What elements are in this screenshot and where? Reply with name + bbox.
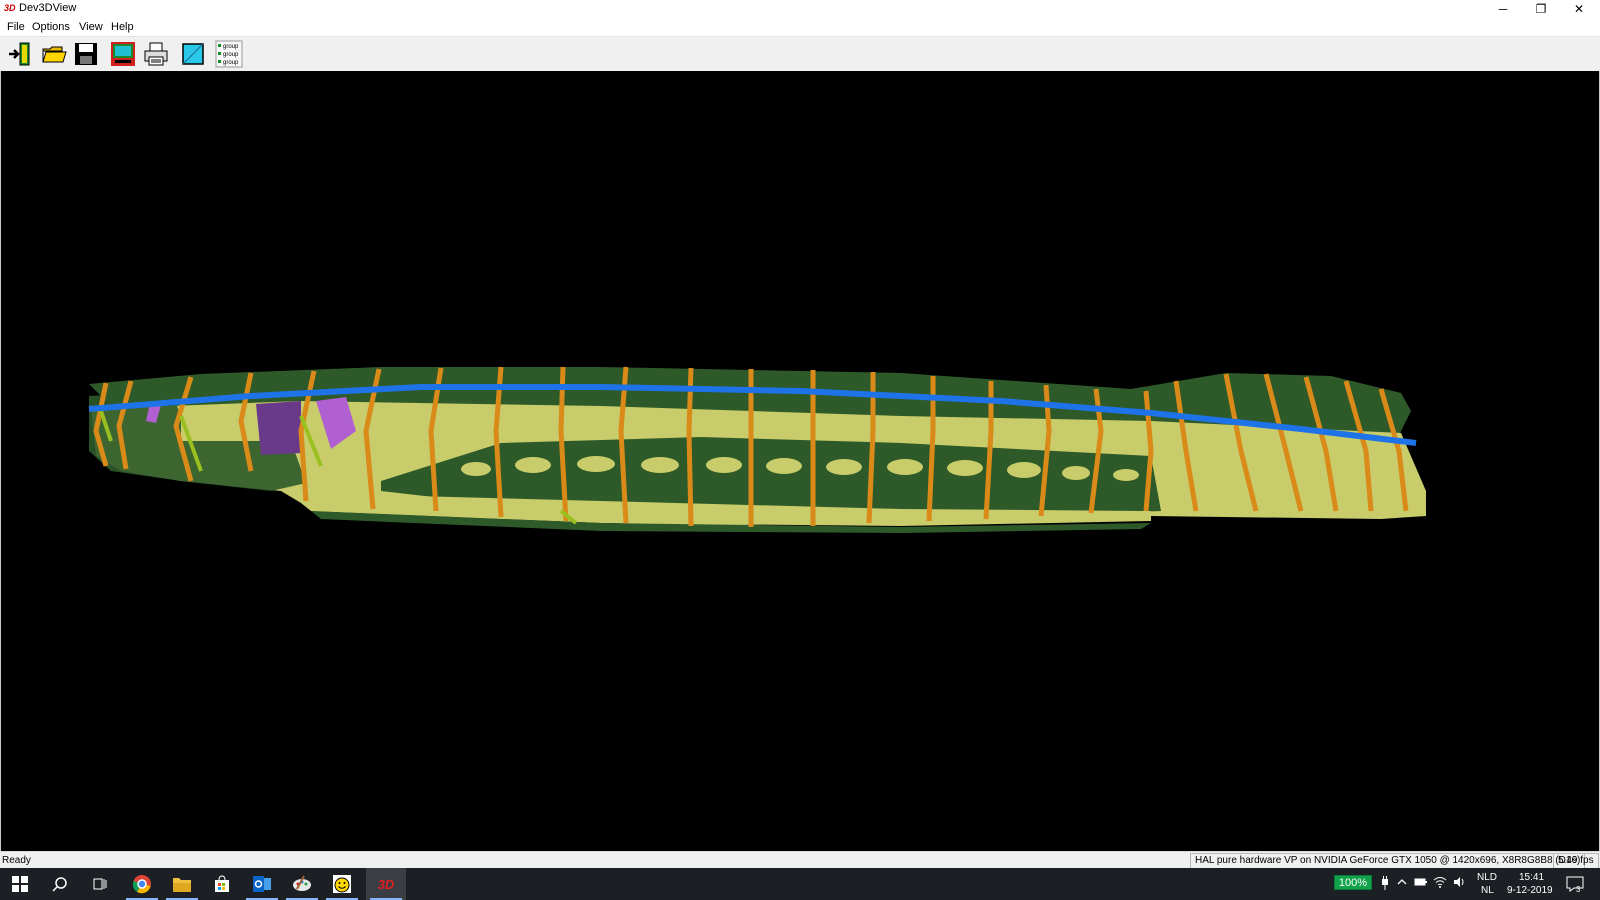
outlook-taskbar-button[interactable]	[242, 868, 282, 900]
paint-icon	[293, 875, 311, 891]
printer-icon	[144, 42, 168, 66]
clock-date[interactable]: 9-12-2019	[1507, 885, 1553, 896]
chrome-taskbar-button[interactable]	[122, 868, 162, 900]
paint-taskbar-button[interactable]	[282, 868, 322, 900]
toolbar: group group group	[0, 36, 1600, 72]
search-icon	[52, 877, 67, 892]
outlook-icon	[253, 876, 271, 892]
monitor-icon	[111, 42, 135, 66]
chevron-up-icon[interactable]	[1396, 876, 1408, 888]
store-taskbar-button[interactable]	[202, 868, 242, 900]
menu-options[interactable]: Options	[32, 21, 70, 33]
group-label-3: group	[223, 60, 239, 66]
groups-button[interactable]: group group group	[215, 40, 243, 68]
app-icon: 3D	[4, 3, 16, 13]
wifi-icon[interactable]	[1433, 876, 1447, 888]
file-explorer-taskbar-button[interactable]	[162, 868, 202, 900]
file-explorer-icon	[173, 878, 191, 892]
language-code[interactable]: NLD	[1477, 872, 1497, 883]
title-bar: 3D Dev3DView ─ ❐ ✕	[0, 0, 1600, 18]
save-button[interactable]	[72, 40, 100, 68]
keyboard-layout[interactable]: NL	[1481, 885, 1494, 896]
fps-counter: 5.49 fps	[1553, 853, 1599, 869]
screen-button[interactable]	[109, 40, 137, 68]
3d-viewport[interactable]	[0, 71, 1600, 851]
smiley-app-icon	[333, 875, 351, 893]
chrome-icon	[132, 875, 151, 894]
dev3dview-taskbar-button[interactable]: 3D	[366, 868, 406, 900]
start-icon	[12, 876, 28, 892]
search-button[interactable]	[40, 868, 80, 900]
menu-view[interactable]: View	[79, 21, 103, 33]
folder-open-icon	[42, 46, 67, 63]
status-ready-text: Ready	[2, 855, 31, 866]
restore-button[interactable]: ❐	[1522, 0, 1560, 18]
store-icon	[215, 875, 229, 892]
menu-help[interactable]: Help	[111, 21, 134, 33]
smiley-app-taskbar-button[interactable]	[322, 868, 362, 900]
background-color-button[interactable]	[179, 40, 207, 68]
exit-door-icon	[9, 42, 30, 66]
battery-indicator[interactable]: 100%	[1334, 875, 1372, 890]
status-bar: Ready HAL pure hardware VP on NVIDIA GeF…	[0, 851, 1600, 869]
print-button[interactable]	[142, 40, 170, 68]
group-label-1: group	[223, 44, 239, 50]
menu-bar: File Options View Help	[0, 18, 1600, 36]
floppy-disk-icon	[75, 43, 97, 65]
close-button[interactable]: ✕	[1560, 0, 1598, 18]
exit-button[interactable]	[6, 40, 34, 68]
notification-count: 3	[1576, 885, 1581, 893]
dev3dview-icon: 3D	[377, 876, 395, 892]
battery-tray-icon[interactable]	[1414, 876, 1428, 888]
taskbar: 3D 100% NLD NL 15:41 9-12-2019 3	[0, 868, 1600, 900]
open-button[interactable]	[40, 40, 68, 68]
menu-file[interactable]: File	[7, 21, 25, 33]
group-label-2: group	[223, 52, 239, 58]
clock-time[interactable]: 15:41	[1519, 872, 1544, 883]
task-view-button[interactable]	[80, 868, 120, 900]
group-list-icon: group group group	[215, 40, 243, 68]
start-button[interactable]	[0, 868, 40, 900]
minimize-button[interactable]: ─	[1484, 0, 1522, 18]
power-plug-icon[interactable]	[1380, 876, 1390, 890]
ship-model-render	[88, 366, 1426, 533]
window-title: Dev3DView	[19, 2, 77, 14]
notification-icon[interactable]: 3	[1566, 875, 1584, 893]
renderer-info: HAL pure hardware VP on NVIDIA GeForce G…	[1190, 853, 1586, 869]
volume-icon[interactable]	[1453, 876, 1467, 888]
purple-block-1	[256, 401, 301, 455]
task-view-icon	[93, 878, 107, 890]
color-square-icon	[182, 43, 204, 65]
